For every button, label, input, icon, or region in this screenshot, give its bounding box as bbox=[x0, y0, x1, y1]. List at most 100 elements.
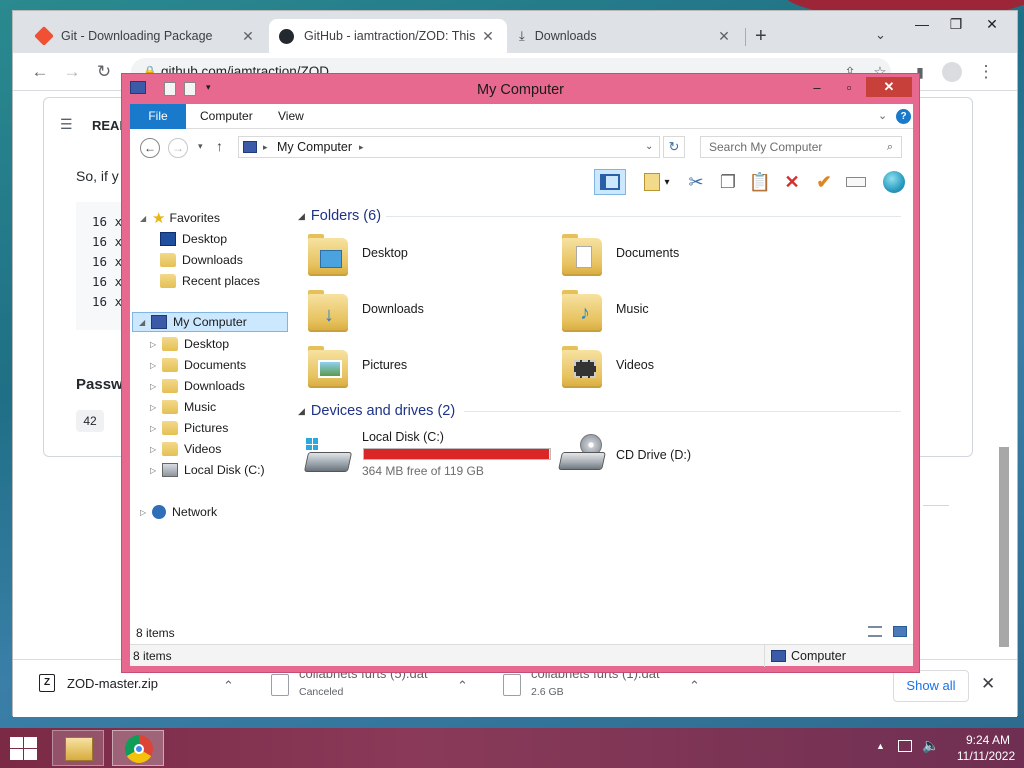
refresh-button[interactable]: ↻ bbox=[663, 136, 685, 158]
maximize-button[interactable]: ❐ bbox=[939, 13, 973, 35]
nav-network[interactable]: ▷ Network bbox=[140, 502, 217, 522]
folder-tile-desktop[interactable]: Desktop bbox=[298, 230, 538, 282]
folder-tile-downloads[interactable]: ↓ Downloads bbox=[298, 286, 538, 338]
preview-pane-icon[interactable] bbox=[594, 169, 626, 195]
drive-tile-cd[interactable]: CD Drive (D:) bbox=[552, 428, 792, 488]
nav-fav-recent[interactable]: Recent places bbox=[160, 271, 260, 291]
show-all-button[interactable]: Show all bbox=[893, 670, 969, 702]
taskbar-file-explorer[interactable] bbox=[52, 730, 104, 766]
expand-caret-icon[interactable]: ▷ bbox=[150, 445, 160, 454]
delete-icon[interactable]: ✕ bbox=[778, 169, 806, 195]
clock-date[interactable]: 11/11/2022 bbox=[948, 749, 1024, 763]
address-box[interactable]: ▸ My Computer ▸ ⌄ bbox=[238, 136, 660, 158]
chevron-up-icon[interactable]: ⌃ bbox=[457, 678, 468, 694]
download-item[interactable]: collabnets furts (1).dat 2.6 GB ⌃ bbox=[501, 666, 711, 710]
shell-globe-icon[interactable] bbox=[880, 169, 908, 195]
start-button[interactable] bbox=[8, 735, 38, 761]
minimize-button[interactable]: — bbox=[905, 13, 939, 35]
expand-caret-icon[interactable]: ◢ bbox=[140, 214, 150, 223]
forward-button[interactable]: → bbox=[61, 61, 83, 83]
nav-pc-videos[interactable]: ▷ Videos bbox=[150, 439, 221, 459]
minimize-button[interactable]: – bbox=[802, 77, 832, 97]
folder-name: Desktop bbox=[362, 246, 408, 260]
paste-icon[interactable]: 📋 bbox=[746, 169, 774, 195]
collapse-caret-icon[interactable]: ◢ bbox=[298, 406, 305, 417]
chrome-menu-icon[interactable]: ⋮ bbox=[975, 61, 997, 83]
cut-icon[interactable]: ✂ bbox=[682, 169, 710, 195]
tab-file[interactable]: File bbox=[130, 104, 186, 129]
details-view-icon[interactable] bbox=[868, 626, 882, 637]
collapse-caret-icon[interactable]: ◢ bbox=[298, 211, 305, 222]
chevron-down-icon[interactable]: ⌄ bbox=[645, 137, 653, 157]
nav-pc-local-disk[interactable]: ▷ Local Disk (C:) bbox=[150, 460, 265, 480]
tab-search-chevron-icon[interactable]: ⌄ bbox=[875, 27, 886, 43]
scrollbar-thumb[interactable] bbox=[999, 447, 1009, 647]
back-button[interactable]: ← bbox=[140, 138, 160, 158]
folders-group-header[interactable]: ◢ Folders (6) bbox=[298, 206, 381, 226]
network-icon[interactable] bbox=[898, 740, 912, 752]
close-button[interactable]: ✕ bbox=[866, 77, 912, 97]
up-button[interactable]: ↑ bbox=[216, 138, 223, 154]
chevron-up-icon[interactable]: ⌃ bbox=[223, 678, 234, 694]
tab-github-zod[interactable]: GitHub - iamtraction/ZOD: This i ✕ bbox=[269, 19, 507, 53]
devices-group-header[interactable]: ◢ Devices and drives (2) bbox=[298, 401, 455, 421]
copy-icon[interactable]: ❐ bbox=[714, 169, 742, 195]
chevron-down-icon[interactable]: ⌄ bbox=[878, 109, 887, 122]
folder-tile-music[interactable]: ♪ Music bbox=[552, 286, 792, 338]
nav-favorites[interactable]: ◢ ★ Favorites bbox=[140, 208, 220, 228]
help-icon[interactable]: ? bbox=[896, 109, 911, 124]
folder-tile-documents[interactable]: Documents bbox=[552, 230, 792, 282]
search-input[interactable]: Search My Computer ⌕ bbox=[700, 136, 902, 158]
nav-pc-desktop[interactable]: ▷ Desktop bbox=[150, 334, 229, 354]
nav-fav-desktop[interactable]: Desktop bbox=[160, 229, 227, 249]
clock-time[interactable]: 9:24 AM bbox=[958, 733, 1018, 747]
volume-icon[interactable]: 🔈 bbox=[922, 737, 939, 754]
tab-downloads[interactable]: ⤓ Downloads ✕ bbox=[509, 19, 743, 53]
close-icon[interactable]: ✕ bbox=[239, 28, 257, 45]
close-window-button[interactable]: ✕ bbox=[975, 13, 1009, 35]
reload-button[interactable]: ↻ bbox=[93, 61, 115, 83]
expand-caret-icon[interactable]: ▷ bbox=[140, 508, 150, 517]
drive-tile-local-disk[interactable]: Local Disk (C:) 364 MB free of 119 GB bbox=[298, 428, 552, 488]
download-item[interactable]: collabnets furts (5).dat Canceled ⌃ bbox=[269, 666, 479, 710]
rename-field-icon[interactable] bbox=[842, 169, 870, 195]
expand-caret-icon[interactable]: ◢ bbox=[139, 318, 149, 327]
new-tab-button[interactable]: + bbox=[755, 25, 767, 48]
explorer-title-bar[interactable]: ▾ My Computer – ▫ ✕ bbox=[122, 74, 919, 104]
expand-caret-icon[interactable]: ▷ bbox=[150, 382, 160, 391]
expand-caret-icon[interactable]: ▷ bbox=[150, 424, 160, 433]
tab-computer[interactable]: Computer bbox=[186, 104, 267, 129]
tab-view[interactable]: View bbox=[264, 104, 318, 129]
close-icon[interactable]: ✕ bbox=[715, 28, 733, 45]
page-scrollbar[interactable] bbox=[997, 102, 1009, 647]
folder-tile-pictures[interactable]: Pictures bbox=[298, 342, 538, 394]
chevron-up-icon[interactable]: ⌃ bbox=[689, 678, 700, 694]
maximize-button[interactable]: ▫ bbox=[834, 77, 864, 97]
recent-locations-chevron-icon[interactable]: ▾ bbox=[198, 141, 203, 152]
forward-button[interactable]: → bbox=[168, 138, 188, 158]
expand-caret-icon[interactable]: ▷ bbox=[150, 361, 160, 370]
large-icons-view-icon[interactable] bbox=[893, 626, 908, 637]
nav-my-computer[interactable]: ◢ My Computer bbox=[132, 312, 288, 332]
chevron-down-icon[interactable]: ▾ bbox=[660, 169, 674, 195]
show-hidden-icons-chevron-icon[interactable]: ▲ bbox=[876, 741, 885, 751]
nav-pc-documents[interactable]: ▷ Documents bbox=[150, 355, 246, 375]
nav-fav-downloads[interactable]: Downloads bbox=[160, 250, 243, 270]
nav-pc-pictures[interactable]: ▷ Pictures bbox=[150, 418, 228, 438]
tab-label: Git - Downloading Package bbox=[61, 29, 213, 43]
close-icon[interactable]: ✕ bbox=[981, 674, 995, 694]
profile-avatar[interactable] bbox=[941, 61, 963, 83]
close-icon[interactable]: ✕ bbox=[479, 28, 497, 45]
nav-pc-music[interactable]: ▷ Music bbox=[150, 397, 216, 417]
breadcrumb-location[interactable]: My Computer bbox=[277, 137, 352, 157]
tab-git-download[interactable]: Git - Downloading Package ✕ bbox=[27, 19, 267, 53]
expand-caret-icon[interactable]: ▷ bbox=[150, 466, 160, 475]
nav-pc-downloads[interactable]: ▷ Downloads bbox=[150, 376, 245, 396]
taskbar-chrome[interactable] bbox=[112, 730, 164, 766]
folder-tile-videos[interactable]: Videos bbox=[552, 342, 792, 394]
rename-check-icon[interactable]: ✔ bbox=[810, 169, 838, 195]
download-item[interactable]: Z ZOD-master.zip ⌃ bbox=[37, 670, 245, 710]
expand-caret-icon[interactable]: ▷ bbox=[150, 403, 160, 412]
expand-caret-icon[interactable]: ▷ bbox=[150, 340, 160, 349]
back-button[interactable]: ← bbox=[29, 61, 51, 83]
